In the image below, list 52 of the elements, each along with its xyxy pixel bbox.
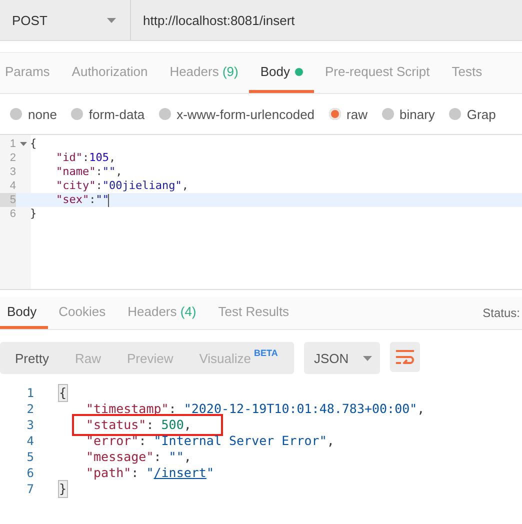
line-number: 3 xyxy=(8,165,16,179)
radio-label: form-data xyxy=(88,106,145,122)
line-number: 6 xyxy=(8,207,16,221)
code-line: "id":105, xyxy=(55,151,116,165)
tab[interactable]: Body xyxy=(0,297,48,329)
view-mode-tab[interactable]: Visualize $^{BETA}$ xyxy=(184,342,289,374)
code-line: "name":"", xyxy=(55,165,122,179)
radio-label: raw xyxy=(346,106,368,122)
code-line: "sex":"" xyxy=(55,193,109,207)
line-number: 1 xyxy=(26,385,34,401)
line-number: 5 xyxy=(26,449,34,465)
view-mode-tab[interactable]: Pretty xyxy=(0,342,60,374)
radio-option[interactable]: Grap xyxy=(448,106,496,122)
caret-icon xyxy=(363,356,372,360)
radio-option[interactable]: raw xyxy=(328,106,368,122)
radio-button[interactable] xyxy=(70,108,83,120)
radio-label: binary xyxy=(400,106,435,122)
code-line: "path": "/insert" xyxy=(85,465,214,481)
radio-label: none xyxy=(28,106,57,122)
tab[interactable]: Body xyxy=(249,53,314,93)
wrap-lines-button[interactable] xyxy=(390,342,420,372)
line-number: 7 xyxy=(26,481,34,497)
code-line: } xyxy=(30,207,37,221)
radio-button[interactable] xyxy=(158,108,171,120)
radio-button[interactable] xyxy=(382,108,394,120)
radio-button[interactable] xyxy=(448,108,461,120)
line-number: 3 xyxy=(26,417,34,433)
radio-option[interactable]: form-data xyxy=(70,106,145,122)
method-dropdown[interactable]: POST xyxy=(0,0,131,40)
line-number: 6 xyxy=(26,465,34,481)
line-number: 4 xyxy=(26,433,34,449)
caret-icon xyxy=(107,18,116,22)
radio-option[interactable]: binary xyxy=(382,106,435,122)
line-number: 5 xyxy=(0,193,16,207)
wrap-icon xyxy=(396,350,414,364)
status-label: Status: xyxy=(482,306,521,320)
code-line: "message": "", xyxy=(85,449,192,465)
line-number: 2 xyxy=(8,151,16,165)
radio-option[interactable]: none xyxy=(10,106,57,122)
radio-button[interactable] xyxy=(10,108,22,120)
line-number: 2 xyxy=(26,401,34,417)
line-number: 4 xyxy=(8,179,16,193)
radio-label: Grap xyxy=(466,106,496,122)
line-number: 1 xyxy=(8,137,16,151)
fold-caret-icon xyxy=(20,142,26,146)
code-line: "error": "Internal Server Error", xyxy=(85,433,334,449)
radio-button[interactable] xyxy=(328,108,341,120)
format-dropdown[interactable]: JSON xyxy=(304,342,380,374)
url-field[interactable]: http://localhost:8081/insert xyxy=(131,0,522,40)
code-line: "timestamp": "2020-12-19T10:01:48.783+00:00", xyxy=(85,401,425,417)
code-line: "city":"00jieliang", xyxy=(55,179,188,193)
code-line: { xyxy=(30,137,37,151)
